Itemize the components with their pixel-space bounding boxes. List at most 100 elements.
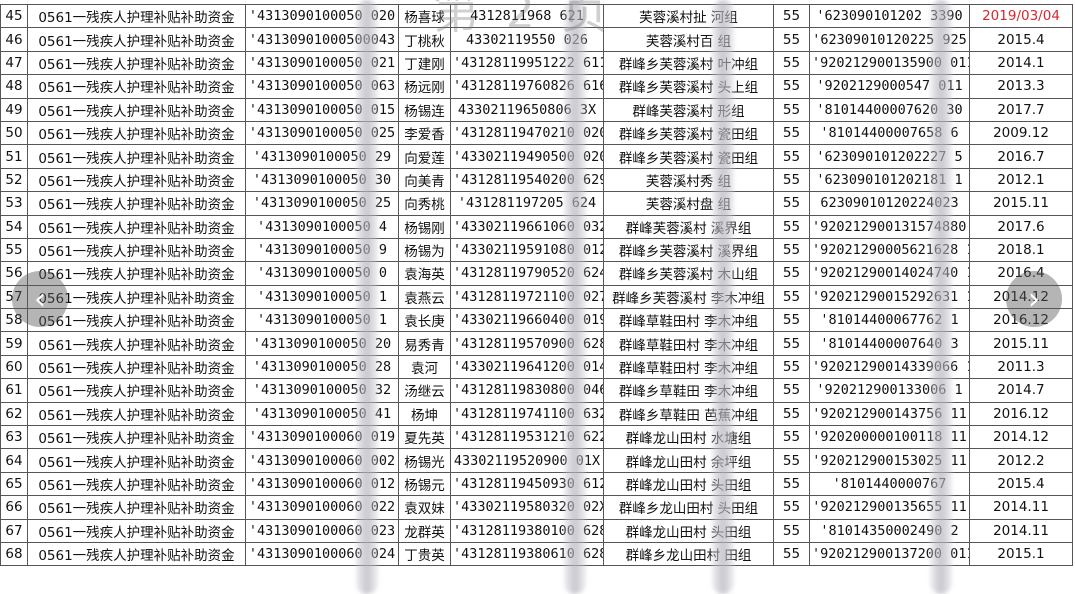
address-cell[interactable]: 群峰乡草鞋田 李木冲组 <box>603 378 774 403</box>
person-name-cell[interactable]: 杨喜球 <box>398 3 451 29</box>
fund-type-cell[interactable]: 0561一残疾人护理补贴补助资金 <box>27 401 246 427</box>
amount-cell[interactable]: 55 <box>773 3 810 29</box>
amount-cell[interactable]: 55 <box>773 120 810 146</box>
row-number-cell[interactable]: 45 <box>0 3 28 29</box>
address-cell[interactable]: 群峰乡龙山田村 田组 <box>603 541 774 567</box>
fund-type-cell[interactable]: 0561一残疾人护理补贴补助资金 <box>27 425 246 450</box>
amount-cell[interactable]: 55 <box>773 27 810 52</box>
row-number-cell[interactable]: 47 <box>0 50 28 76</box>
address-cell[interactable]: 群峰乡芙蓉溪村 头上组 <box>603 74 774 99</box>
person-name-cell[interactable]: 袁河 <box>398 354 451 380</box>
person-name-cell[interactable]: 丁桃秋 <box>398 27 451 52</box>
fund-type-cell[interactable]: 0561一残疾人护理补贴补助资金 <box>27 354 246 380</box>
person-name-cell[interactable]: 丁建刚 <box>398 50 451 76</box>
amount-cell[interactable]: 55 <box>773 191 810 216</box>
start-date-cell[interactable]: 2016.7 <box>969 144 1073 169</box>
start-date-cell[interactable]: 2017.6 <box>969 214 1073 239</box>
amount-cell[interactable]: 55 <box>773 425 810 450</box>
address-cell[interactable]: 群峰草鞋田村 李木冲组 <box>603 354 774 380</box>
fund-type-cell[interactable]: 0561一残疾人护理补贴补助资金 <box>27 97 246 122</box>
start-date-cell[interactable]: 2015.11 <box>969 191 1073 216</box>
next-page-button[interactable]: › <box>1006 271 1062 327</box>
start-date-cell[interactable]: 2015.4 <box>969 471 1073 497</box>
address-cell[interactable]: 群峰龙山田村 头田组 <box>603 471 774 497</box>
start-date-cell[interactable]: 2011.3 <box>969 354 1073 380</box>
person-name-cell[interactable]: 袁海英 <box>398 261 451 286</box>
row-number-cell[interactable]: 61 <box>0 378 28 403</box>
prev-page-button[interactable]: ‹ <box>12 271 68 327</box>
amount-cell[interactable]: 55 <box>773 401 810 427</box>
address-cell[interactable]: 群峰龙山田村 水塘组 <box>603 425 774 450</box>
person-name-cell[interactable]: 李爱香 <box>398 120 451 146</box>
person-name-cell[interactable]: 杨坤 <box>398 401 451 427</box>
address-cell[interactable]: 群峰乡芙蓉溪村 溪界组 <box>603 237 774 263</box>
fund-type-cell[interactable]: 0561一残疾人护理补贴补助资金 <box>27 191 246 216</box>
person-name-cell[interactable]: 夏先英 <box>398 425 451 450</box>
address-cell[interactable]: 群峰龙山田村 头田组 <box>603 518 774 543</box>
row-number-cell[interactable]: 60 <box>0 354 28 380</box>
address-cell[interactable]: 群峰乡芙蓉溪村 叶冲组 <box>603 50 774 76</box>
row-number-cell[interactable]: 49 <box>0 97 28 122</box>
address-cell[interactable]: 群峰乡草鞋田 芭蕉冲组 <box>603 401 774 427</box>
row-number-cell[interactable]: 68 <box>0 541 28 567</box>
start-date-cell[interactable]: 2012.2 <box>969 448 1073 473</box>
amount-cell[interactable]: 55 <box>773 471 810 497</box>
person-name-cell[interactable]: 杨远刚 <box>398 74 451 99</box>
person-name-cell[interactable]: 袁双妹 <box>398 495 451 520</box>
start-date-cell[interactable]: 2018.1 <box>969 237 1073 263</box>
row-number-cell[interactable]: 53 <box>0 191 28 216</box>
row-number-cell[interactable]: 52 <box>0 167 28 193</box>
start-date-cell[interactable]: 2015.11 <box>969 331 1073 356</box>
row-number-cell[interactable]: 66 <box>0 495 28 520</box>
amount-cell[interactable]: 55 <box>773 354 810 380</box>
row-number-cell[interactable]: 46 <box>0 27 28 52</box>
address-cell[interactable]: 群峰乡芙蓉溪村 李木冲组 <box>603 284 774 310</box>
amount-cell[interactable]: 55 <box>773 308 810 333</box>
amount-cell[interactable]: 55 <box>773 237 810 263</box>
amount-cell[interactable]: 55 <box>773 378 810 403</box>
person-name-cell[interactable]: 袁长庚 <box>398 308 451 333</box>
person-name-cell[interactable]: 袁燕云 <box>398 284 451 310</box>
fund-type-cell[interactable]: 0561一残疾人护理补贴补助资金 <box>27 448 246 473</box>
address-cell[interactable]: 群峰芙蓉溪村 溪界组 <box>603 214 774 239</box>
row-number-cell[interactable]: 64 <box>0 448 28 473</box>
row-number-cell[interactable]: 55 <box>0 237 28 263</box>
start-date-cell[interactable]: 2014.11 <box>969 518 1073 543</box>
row-number-cell[interactable]: 54 <box>0 214 28 239</box>
row-number-cell[interactable]: 48 <box>0 74 28 99</box>
row-number-cell[interactable]: 50 <box>0 120 28 146</box>
fund-type-cell[interactable]: 0561一残疾人护理补贴补助资金 <box>27 50 246 76</box>
address-cell[interactable]: 芙蓉溪村百 组 <box>603 27 774 52</box>
fund-type-cell[interactable]: 0561一残疾人护理补贴补助资金 <box>27 214 246 239</box>
fund-type-cell[interactable]: 0561一残疾人护理补贴补助资金 <box>27 541 246 567</box>
person-name-cell[interactable]: 向美青 <box>398 167 451 193</box>
amount-cell[interactable]: 55 <box>773 448 810 473</box>
fund-type-cell[interactable]: 0561一残疾人护理补贴补助资金 <box>27 471 246 497</box>
address-cell[interactable]: 群峰乡芙蓉溪村 瓷田组 <box>603 120 774 146</box>
row-number-cell[interactable]: 51 <box>0 144 28 169</box>
fund-type-cell[interactable]: 0561一残疾人护理补贴补助资金 <box>27 3 246 29</box>
person-name-cell[interactable]: 向秀桃 <box>398 191 451 216</box>
row-number-cell[interactable]: 62 <box>0 401 28 427</box>
address-cell[interactable]: 群峰芙蓉溪村 形组 <box>603 97 774 122</box>
person-name-cell[interactable]: 杨锡连 <box>398 97 451 122</box>
address-cell[interactable]: 芙蓉溪村扯 河组 <box>603 3 774 29</box>
amount-cell[interactable]: 55 <box>773 331 810 356</box>
start-date-cell[interactable]: 2017.7 <box>969 97 1073 122</box>
person-name-cell[interactable]: 杨锡为 <box>398 237 451 263</box>
person-name-cell[interactable]: 杨锡光 <box>398 448 451 473</box>
person-name-cell[interactable]: 汤继云 <box>398 378 451 403</box>
person-name-cell[interactable]: 向爱莲 <box>398 144 451 169</box>
person-name-cell[interactable]: 杨锡元 <box>398 471 451 497</box>
amount-cell[interactable]: 55 <box>773 541 810 567</box>
start-date-cell[interactable]: 2009.12 <box>969 120 1073 146</box>
fund-type-cell[interactable]: 0561一残疾人护理补贴补助资金 <box>27 27 246 52</box>
amount-cell[interactable]: 55 <box>773 518 810 543</box>
fund-type-cell[interactable]: 0561一残疾人护理补贴补助资金 <box>27 237 246 263</box>
address-cell[interactable]: 群峰草鞋田村 李木冲组 <box>603 331 774 356</box>
fund-type-cell[interactable]: 0561一残疾人护理补贴补助资金 <box>27 378 246 403</box>
amount-cell[interactable]: 55 <box>773 167 810 193</box>
start-date-cell[interactable]: 2014.1 <box>969 50 1073 76</box>
amount-cell[interactable]: 55 <box>773 495 810 520</box>
fund-type-cell[interactable]: 0561一残疾人护理补贴补助资金 <box>27 518 246 543</box>
